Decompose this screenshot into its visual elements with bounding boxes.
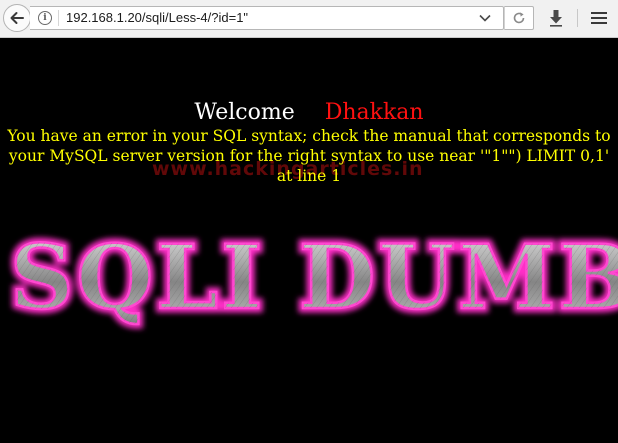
browser-toolbar: i 192.168.1.20/sqli/Less-4/?id=1": [0, 0, 618, 38]
back-arrow-icon: [10, 12, 24, 24]
reload-button[interactable]: [504, 6, 534, 30]
back-button[interactable]: [3, 4, 31, 32]
sqli-dumb-series-banner: SQLI DUMB SERIES SQLI DUMB SERIES SQLI D…: [6, 228, 618, 334]
username-text: Dhakkan: [324, 100, 424, 125]
history-dropdown-button[interactable]: [477, 11, 493, 25]
hamburger-menu-icon: [591, 12, 607, 24]
page-content: www.hackingarticles.in Welcome Dhakkan Yo…: [0, 38, 618, 443]
menu-button[interactable]: [587, 6, 611, 30]
url-bar[interactable]: i 192.168.1.20/sqli/Less-4/?id=1": [30, 6, 504, 30]
download-button[interactable]: [544, 6, 568, 30]
banner-texture: SQLI DUMB SERIES: [10, 228, 618, 329]
welcome-text: Welcome: [194, 100, 295, 125]
url-separator: [58, 10, 59, 26]
chevron-down-icon: [479, 14, 491, 22]
url-text[interactable]: 192.168.1.20/sqli/Less-4/?id=1": [66, 7, 248, 29]
info-icon[interactable]: i: [38, 11, 52, 25]
reload-icon: [513, 12, 525, 24]
sql-error-message: You have an error in your SQL syntax; ch…: [7, 127, 611, 185]
toolbar-separator: [577, 9, 578, 27]
welcome-line: Welcome Dhakkan: [0, 100, 618, 126]
download-icon: [550, 10, 562, 27]
